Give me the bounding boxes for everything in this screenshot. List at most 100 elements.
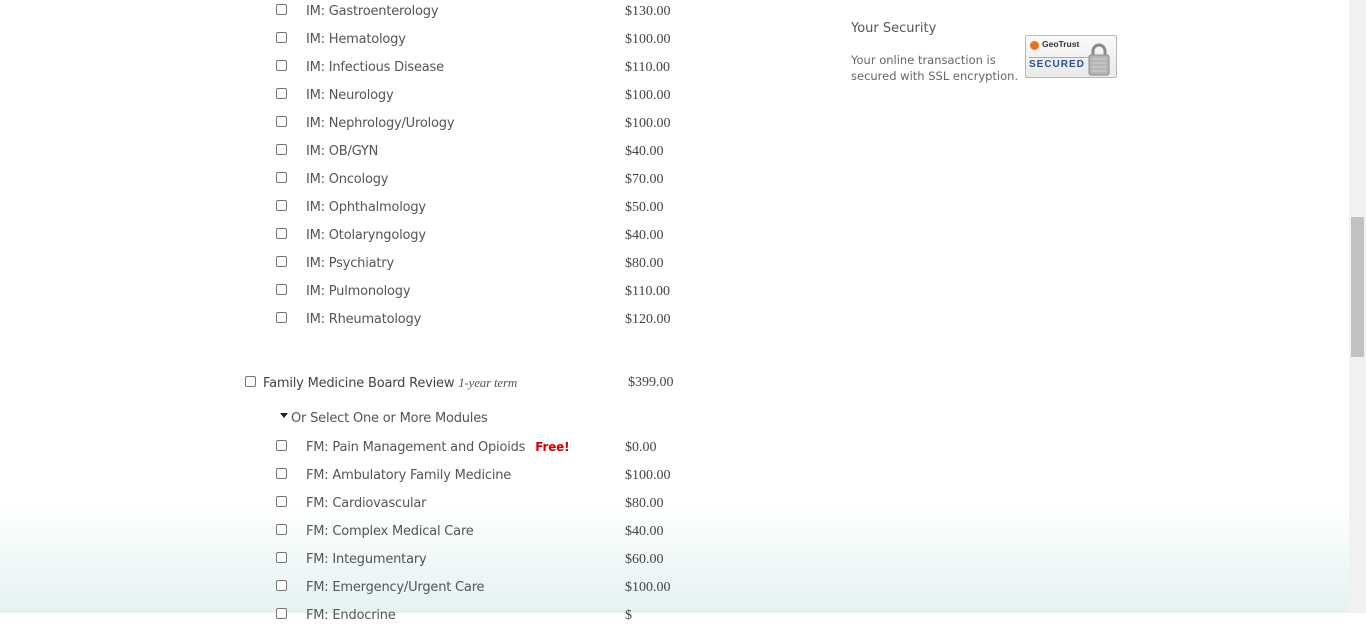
vertical-scrollbar[interactable] — [1349, 0, 1366, 613]
fm-module-name: FM: Integumentary — [306, 552, 427, 567]
im-module-checkbox[interactable] — [276, 4, 287, 15]
im-module-name: IM: Rheumatology — [306, 312, 422, 327]
im-module-name: IM: Oncology — [306, 172, 389, 187]
im-module-row: IM: Infectious Disease $110.00 — [0, 60, 800, 89]
im-module-price: $100.00 — [625, 88, 671, 103]
im-module-price: $80.00 — [625, 256, 664, 271]
im-module-price: $40.00 — [625, 228, 664, 243]
fm-module-label: FM: Endocrine — [306, 608, 396, 623]
im-module-name: IM: Nephrology/Urology — [306, 116, 455, 131]
badge-brand: GeoTrust — [1042, 39, 1080, 49]
fm-module-row: FM: Cardiovascular $80.00 — [0, 496, 800, 525]
im-module-row: IM: Neurology $100.00 — [0, 88, 800, 117]
im-module-price: $70.00 — [625, 172, 664, 187]
im-module-label: IM: Psychiatry — [306, 256, 394, 271]
fm-module-label: FM: Pain Management and Opioids Free! — [306, 440, 570, 455]
fm-module-checkbox[interactable] — [276, 524, 287, 535]
im-module-checkbox[interactable] — [276, 32, 287, 43]
im-module-checkbox[interactable] — [276, 228, 287, 239]
im-module-checkbox[interactable] — [276, 284, 287, 295]
fm-module-checkbox[interactable] — [276, 496, 287, 507]
im-module-price: $100.00 — [625, 32, 671, 47]
security-text: Your online transaction is secured with … — [851, 53, 1019, 83]
fm-module-name: FM: Emergency/Urgent Care — [306, 580, 485, 595]
fm-module-label: FM: Integumentary — [306, 552, 427, 567]
im-module-checkbox[interactable] — [276, 60, 287, 71]
im-module-row: IM: Pulmonology $110.00 — [0, 284, 800, 313]
im-module-label: IM: Otolaryngology — [306, 228, 426, 243]
fm-module-price: $40.00 — [625, 524, 664, 539]
fm-module-name: FM: Endocrine — [306, 608, 396, 623]
fm-module-label: FM: Emergency/Urgent Care — [306, 580, 485, 595]
im-module-row: IM: Oncology $70.00 — [0, 172, 800, 201]
fm-module-row: FM: Pain Management and Opioids Free! $0.0… — [0, 440, 800, 469]
badge-secured-label: SECURED — [1029, 57, 1089, 75]
im-module-label: IM: Nephrology/Urology — [306, 116, 455, 131]
im-module-name: IM: Pulmonology — [306, 284, 411, 299]
im-module-label: IM: Infectious Disease — [306, 60, 444, 75]
im-module-row: IM: Nephrology/Urology $100.00 — [0, 116, 800, 145]
fm-module-row: FM: Emergency/Urgent Care $100.00 — [0, 580, 800, 609]
scrollbar-thumb[interactable] — [1351, 217, 1364, 357]
fm-module-checkbox[interactable] — [276, 468, 287, 479]
fm-module-name: FM: Cardiovascular — [306, 496, 427, 511]
im-module-label: IM: Neurology — [306, 88, 394, 103]
im-module-row: IM: Hematology $100.00 — [0, 32, 800, 61]
family-medicine-label: Family Medicine Board Review 1-year term — [263, 375, 517, 391]
caret-down-icon[interactable] — [280, 413, 288, 418]
security-title: Your Security — [851, 21, 937, 36]
fm-module-name: FM: Pain Management and Opioids — [306, 440, 526, 455]
im-module-row: IM: Ophthalmology $50.00 — [0, 200, 800, 229]
im-module-checkbox[interactable] — [276, 200, 287, 211]
fm-module-row: FM: Integumentary $60.00 — [0, 552, 800, 581]
im-module-label: IM: Rheumatology — [306, 312, 421, 327]
fm-modules-toggle[interactable]: Or Select One or More Modules — [291, 411, 488, 426]
fm-module-price: $60.00 — [625, 552, 664, 567]
fm-module-label: FM: Cardiovascular — [306, 496, 427, 511]
fm-module-checkbox[interactable] — [276, 608, 287, 619]
im-module-price: $110.00 — [625, 284, 670, 299]
fm-module-row: FM: Ambulatory Family Medicine $100.00 — [0, 468, 800, 497]
family-medicine-term: 1-year term — [458, 375, 518, 390]
im-module-name: IM: Neurology — [306, 88, 394, 103]
im-module-row: IM: OB/GYN $40.00 — [0, 144, 800, 173]
im-module-checkbox[interactable] — [276, 172, 287, 183]
im-module-name: IM: Ophthalmology — [306, 200, 426, 215]
geotrust-badge[interactable]: GeoTrust SECURED — [1025, 35, 1117, 78]
im-module-checkbox[interactable] — [276, 144, 287, 155]
im-module-row: IM: Gastroenterology $130.00 — [0, 4, 800, 33]
im-module-name: IM: Otolaryngology — [306, 228, 426, 243]
im-module-price: $110.00 — [625, 60, 670, 75]
fm-module-name: FM: Complex Medical Care — [306, 524, 474, 539]
fm-module-checkbox[interactable] — [276, 440, 287, 451]
im-module-name: IM: OB/GYN — [306, 144, 379, 159]
fm-module-price: $0.00 — [625, 440, 657, 455]
fm-module-name: FM: Ambulatory Family Medicine — [306, 468, 512, 483]
im-module-price: $100.00 — [625, 116, 671, 131]
im-module-name: IM: Gastroenterology — [306, 4, 439, 19]
im-module-checkbox[interactable] — [276, 88, 287, 99]
family-medicine-price: $399.00 — [628, 375, 674, 390]
im-module-price: $40.00 — [625, 144, 664, 159]
family-medicine-checkbox[interactable] — [245, 376, 256, 387]
fm-module-row: FM: Endocrine $ — [0, 608, 800, 637]
fm-module-row: FM: Complex Medical Care $40.00 — [0, 524, 800, 553]
im-module-checkbox[interactable] — [276, 312, 287, 323]
family-medicine-row: Family Medicine Board Review 1-year term… — [0, 372, 800, 400]
im-module-row: IM: Otolaryngology $40.00 — [0, 228, 800, 257]
fm-module-checkbox[interactable] — [276, 552, 287, 563]
im-module-price: $130.00 — [625, 4, 671, 19]
im-module-label: IM: Oncology — [306, 172, 388, 187]
fm-module-checkbox[interactable] — [276, 580, 287, 591]
im-module-checkbox[interactable] — [276, 116, 287, 127]
im-module-name: IM: Infectious Disease — [306, 60, 444, 75]
fm-module-label: FM: Ambulatory Family Medicine — [306, 468, 511, 483]
free-badge: Free! — [535, 440, 570, 454]
im-module-name: IM: Hematology — [306, 32, 406, 47]
im-module-label: IM: Pulmonology — [306, 284, 411, 299]
im-module-row: IM: Rheumatology $120.00 — [0, 312, 800, 341]
im-module-name: IM: Psychiatry — [306, 256, 394, 271]
im-module-checkbox[interactable] — [276, 256, 287, 267]
im-module-row: IM: Psychiatry $80.00 — [0, 256, 800, 285]
im-module-label: IM: OB/GYN — [306, 144, 378, 159]
